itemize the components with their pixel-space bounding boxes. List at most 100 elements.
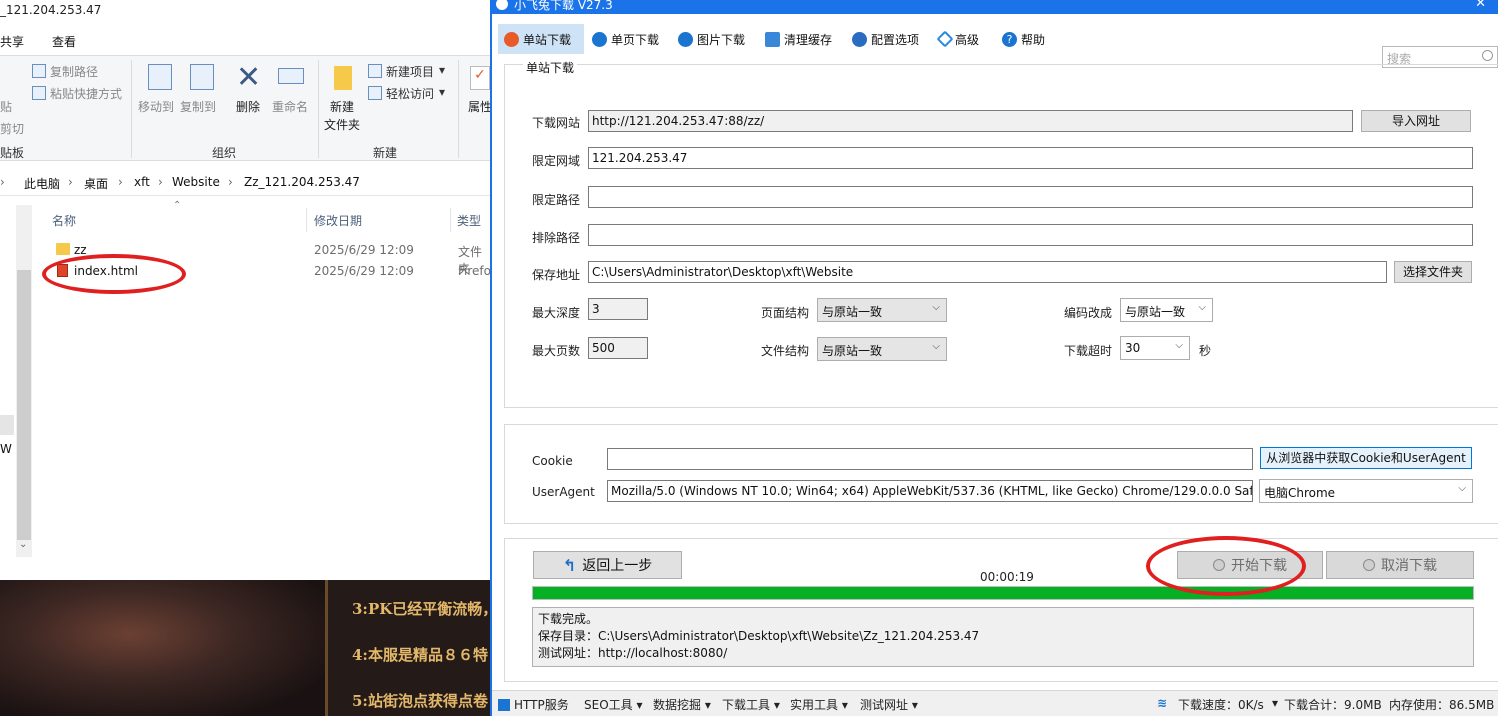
- clipboard-group-label: 贴板: [0, 146, 25, 160]
- log-output[interactable]: 下载完成。 保存目录：C:\Users\Administrator\Deskto…: [532, 607, 1474, 667]
- memory-usage: 内存使用：86.5MB: [1389, 698, 1495, 712]
- max-pages-input[interactable]: 500: [588, 337, 648, 359]
- status-label: 数据挖掘: [653, 698, 702, 712]
- status-seo-tools[interactable]: SEO工具 ▾: [584, 696, 643, 713]
- nav-pane-selection: [0, 415, 14, 435]
- copy-to-button[interactable]: 复制到: [180, 98, 216, 115]
- tab-label: 配置选项: [871, 32, 920, 47]
- select-value: 与原站一致: [1125, 305, 1186, 319]
- breadcrumb-item[interactable]: Zz_121.204.253.47: [244, 175, 360, 189]
- chevron-right-icon: ›: [228, 175, 233, 189]
- file-structure-select[interactable]: 与原站一致 ⌵: [817, 337, 947, 361]
- chevron-down-icon: ▾: [841, 698, 848, 712]
- back-button[interactable]: ↰ 返回上一步: [533, 551, 682, 579]
- tab-settings[interactable]: 配置选项: [846, 24, 925, 54]
- choose-folder-button[interactable]: 选择文件夹: [1394, 261, 1472, 283]
- tab-image-download[interactable]: 图片下载: [672, 24, 751, 54]
- chevron-right-icon: ›: [118, 175, 123, 189]
- delete-button[interactable]: 删除: [236, 98, 260, 115]
- useragent-input[interactable]: Mozilla/5.0 (Windows NT 10.0; Win64; x64…: [607, 480, 1253, 502]
- windows-icon: [498, 699, 510, 711]
- status-http-service[interactable]: HTTP服务: [498, 696, 569, 713]
- cancel-download-button[interactable]: 取消下载: [1326, 551, 1474, 579]
- tab-site-download[interactable]: 单站下载: [498, 24, 584, 54]
- tab-clear-cache[interactable]: 清理缓存: [759, 24, 838, 54]
- game-banner: 3:PK已经平衡流畅， 4:本服是精品８６特 5:站街泡点获得点卷: [0, 580, 490, 716]
- folder-icon: [56, 243, 70, 255]
- rabbit-app-icon: [496, 0, 508, 10]
- new-group-label: 新建: [373, 146, 398, 160]
- paste-button-partial[interactable]: 贴: [0, 98, 12, 115]
- import-url-button[interactable]: 导入网址: [1361, 110, 1471, 132]
- status-utility-tools[interactable]: 实用工具 ▾: [790, 696, 848, 713]
- breadcrumb-item[interactable]: 桌面: [84, 175, 108, 192]
- address-bar[interactable]: › 此电脑 › 桌面 › xft › Website › Zz_121.204.…: [0, 168, 490, 196]
- encoding-select[interactable]: 与原站一致 ⌵: [1120, 298, 1213, 322]
- properties-button[interactable]: 属性: [468, 98, 490, 115]
- copy-path-icon: [32, 64, 46, 78]
- depth-label: 最大深度: [532, 306, 581, 320]
- path-label: 限定路径: [532, 193, 581, 207]
- tab-label: 清理缓存: [784, 32, 833, 47]
- tab-page-download[interactable]: 单页下载: [586, 24, 665, 54]
- properties-icon: ✓: [470, 66, 490, 90]
- download-page-icon: [592, 31, 607, 47]
- path-input[interactable]: [588, 186, 1473, 208]
- tab-advanced[interactable]: 高级: [933, 24, 985, 54]
- breadcrumb-item[interactable]: xft: [134, 175, 150, 189]
- file-type: Firefo: [458, 264, 490, 278]
- tab-label: 单页下载: [611, 32, 660, 47]
- breadcrumb-item[interactable]: 此电脑: [24, 175, 60, 192]
- timeout-select[interactable]: 30 ⌵: [1120, 336, 1190, 360]
- scroll-down-icon[interactable]: ⌄: [19, 539, 27, 550]
- breadcrumb-item[interactable]: Website: [172, 175, 220, 189]
- save-path-input[interactable]: C:\Users\Administrator\Desktop\xft\Websi…: [588, 261, 1387, 283]
- chevron-down-icon: ▾: [439, 85, 446, 99]
- move-to-button[interactable]: 移动到: [138, 98, 174, 115]
- status-label: HTTP服务: [514, 698, 569, 712]
- cookie-input[interactable]: [607, 448, 1253, 470]
- exclude-input[interactable]: [588, 224, 1473, 246]
- useragent-select[interactable]: 电脑Chrome ⌵: [1259, 479, 1473, 503]
- paste-shortcut-button[interactable]: 粘贴快捷方式: [50, 85, 122, 102]
- back-arrow-icon: ↰: [562, 555, 577, 575]
- chevron-down-icon[interactable]: ▾: [1272, 696, 1278, 710]
- status-data-mining[interactable]: 数据挖掘 ▾: [653, 696, 711, 713]
- status-download-tools[interactable]: 下载工具 ▾: [722, 696, 780, 713]
- chevron-down-icon: ⌵: [932, 302, 940, 313]
- search-icon[interactable]: [1482, 50, 1493, 61]
- stop-icon: [1363, 559, 1375, 571]
- menu-share[interactable]: 共享: [0, 33, 24, 50]
- page-structure-select[interactable]: 与原站一致 ⌵: [817, 298, 947, 322]
- column-divider[interactable]: [306, 208, 307, 232]
- window-title: 小飞兔下载 V27.3: [514, 0, 613, 12]
- delete-icon: ✕: [236, 60, 262, 95]
- file-explorer-window: _121.204.253.47 共享 查看 贴 剪切 复制路径 粘贴快捷方式 贴…: [0, 0, 490, 580]
- rename-button[interactable]: 重命名: [272, 98, 308, 115]
- new-item-button[interactable]: 新建项目: [386, 63, 434, 80]
- tab-help[interactable]: ? 帮助: [996, 24, 1051, 54]
- tab-label: 图片下载: [697, 32, 746, 47]
- easy-access-button[interactable]: 轻松访问: [386, 85, 434, 102]
- column-header-date[interactable]: 修改日期: [314, 212, 362, 229]
- status-test-url[interactable]: 测试网址 ▾: [860, 696, 918, 713]
- close-icon[interactable]: ✕: [1475, 0, 1486, 11]
- url-input[interactable]: http://121.204.253.47:88/zz/: [588, 110, 1353, 132]
- explorer-scroll-thumb[interactable]: [17, 270, 31, 540]
- status-label: 实用工具: [790, 698, 839, 712]
- wifi-icon: ≋: [1157, 696, 1168, 710]
- column-divider[interactable]: [450, 208, 451, 232]
- title-bar: 小飞兔下载 V27.3 ✕: [492, 0, 1498, 14]
- depth-input[interactable]: 3: [588, 298, 648, 320]
- sort-up-icon: ⌃: [173, 200, 182, 211]
- cut-button[interactable]: 剪切: [0, 120, 24, 137]
- column-header-name[interactable]: 名称: [52, 212, 76, 229]
- menu-view[interactable]: 查看: [52, 33, 76, 50]
- domain-input[interactable]: 121.204.253.47: [588, 147, 1473, 169]
- download-image-icon: [678, 31, 693, 47]
- copy-path-button[interactable]: 复制路径: [50, 63, 98, 80]
- exclude-label: 排除路径: [532, 231, 581, 245]
- get-cookie-button[interactable]: 从浏览器中获取Cookie和UserAgent: [1260, 447, 1472, 469]
- column-header-type[interactable]: 类型: [457, 212, 481, 229]
- new-folder-button[interactable]: 新建: [330, 98, 354, 115]
